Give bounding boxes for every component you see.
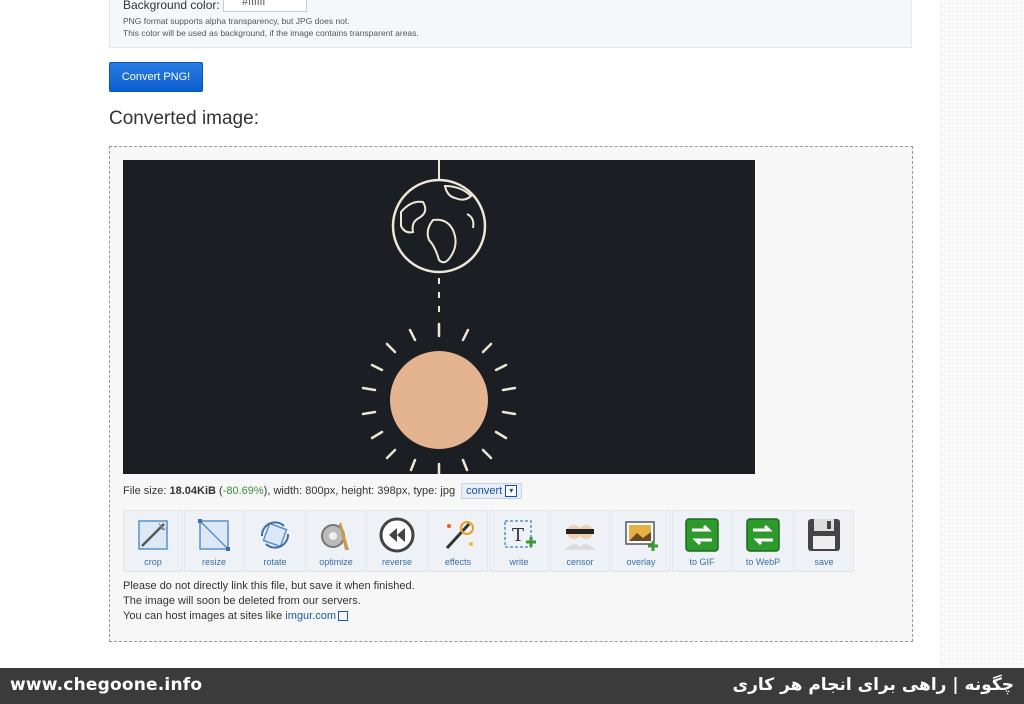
tool-rotate[interactable]: rotate bbox=[245, 510, 305, 572]
effects-icon bbox=[445, 521, 474, 550]
to-webp-icon bbox=[746, 518, 780, 552]
save-icon bbox=[808, 519, 840, 551]
tool-effects[interactable]: effects bbox=[428, 510, 488, 572]
tool-write[interactable]: T write bbox=[489, 510, 549, 572]
censor-icon bbox=[565, 525, 595, 550]
reverse-icon bbox=[379, 517, 415, 553]
tool-label: crop bbox=[144, 557, 162, 567]
paren-open: ( bbox=[215, 484, 223, 497]
converted-image bbox=[123, 160, 755, 474]
tool-label: reverse bbox=[381, 557, 412, 567]
tool-crop[interactable]: crop bbox=[123, 510, 183, 572]
tool-resize[interactable]: resize bbox=[184, 510, 244, 572]
optimize-icon bbox=[321, 522, 349, 550]
tool-to-webp[interactable]: to WebP bbox=[733, 510, 793, 572]
tool-label: to WebP bbox=[745, 557, 781, 567]
footnote-no-direct-link: Please do not directly link this file, b… bbox=[123, 580, 415, 592]
tool-to-gif[interactable]: to GIF bbox=[672, 510, 732, 572]
convert-dropdown-label: convert bbox=[466, 485, 503, 497]
tool-reverse[interactable]: reverse bbox=[367, 510, 427, 572]
earth-icon bbox=[391, 178, 487, 274]
image-tools-toolbar: crop resize rotate optimize reverse effe… bbox=[123, 510, 854, 572]
footnotes: Please do not directly link this file, b… bbox=[123, 579, 415, 624]
resize-icon bbox=[198, 519, 230, 551]
tool-label: overlay bbox=[626, 557, 656, 567]
tool-label: rotate bbox=[263, 557, 287, 567]
tool-optimize[interactable]: optimize bbox=[306, 510, 366, 572]
tool-censor[interactable]: censor bbox=[550, 510, 610, 572]
dropdown-arrow-icon: ▾ bbox=[505, 485, 518, 498]
crop-icon bbox=[138, 520, 168, 550]
file-size-label: File size: bbox=[123, 484, 170, 497]
overlay-icon bbox=[625, 521, 658, 551]
tool-label: write bbox=[509, 557, 529, 567]
file-info: File size: 18.04KiB (-80.69%), width: 80… bbox=[123, 483, 523, 500]
tool-label: save bbox=[814, 557, 834, 567]
tool-label: censor bbox=[566, 557, 594, 567]
to-gif-icon bbox=[685, 518, 719, 552]
tool-label: effects bbox=[444, 557, 472, 567]
tool-label: to GIF bbox=[689, 557, 715, 567]
tool-label: resize bbox=[201, 557, 226, 567]
file-size-value: 18.04KiB bbox=[169, 484, 216, 497]
external-link-icon bbox=[338, 611, 348, 622]
convert-dropdown[interactable]: convert ▾ bbox=[461, 483, 523, 500]
footnote-deletion: The image will soon be deleted from our … bbox=[123, 595, 361, 607]
converted-image-heading: Converted image: bbox=[109, 108, 259, 129]
background-color-input[interactable]: #ffffff bbox=[223, 0, 307, 12]
size-change-percent: -80.69% bbox=[222, 484, 264, 497]
tool-label: optimize bbox=[319, 557, 353, 567]
site-tagline: چگونه | راهی برای انجام هر کاری bbox=[732, 675, 1014, 695]
earth-sun-illustration bbox=[361, 160, 517, 474]
tool-overlay[interactable]: overlay bbox=[611, 510, 671, 572]
footnote-hosting: You can host images at sites like imgur.… bbox=[123, 609, 415, 624]
background-note: This color will be used as background, i… bbox=[123, 28, 419, 38]
write-icon: T bbox=[504, 520, 536, 548]
tool-save[interactable]: save bbox=[794, 510, 854, 572]
convert-png-button[interactable]: Convert PNG! bbox=[109, 62, 203, 92]
converted-image-panel: File size: 18.04KiB (-80.69%), width: 80… bbox=[109, 146, 913, 642]
transparency-note: PNG format supports alpha transparency, … bbox=[123, 16, 350, 26]
footnote-hosting-text: You can host images at sites like bbox=[123, 610, 286, 622]
site-url: www.chegoone.info bbox=[10, 675, 203, 695]
sun-icon bbox=[361, 322, 517, 474]
watermark-bar: www.chegoone.info چگونه | راهی برای انجا… bbox=[0, 668, 1024, 704]
svg-text:T: T bbox=[512, 525, 524, 546]
page-side-gutter bbox=[940, 0, 1024, 668]
rotate-icon bbox=[260, 521, 290, 549]
png-options-panel: Background color: #ffffff PNG format sup… bbox=[109, 0, 912, 48]
imgur-link[interactable]: imgur.com bbox=[285, 610, 336, 622]
background-color-label: Background color: bbox=[123, 0, 220, 12]
image-dimensions-type: ), width: 800px, height: 398px, type: jp… bbox=[263, 484, 456, 497]
